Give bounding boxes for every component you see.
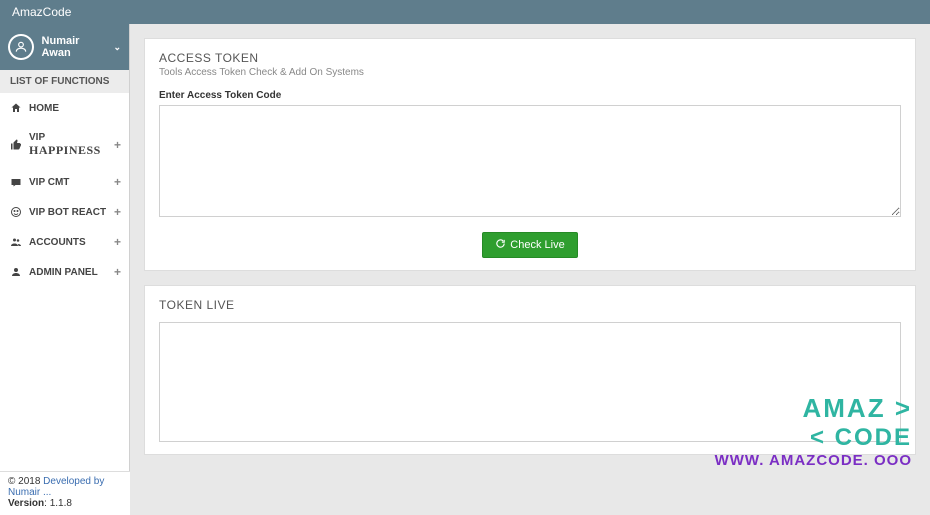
version-label: Version bbox=[8, 498, 44, 509]
sidebar-item-admin-panel[interactable]: ADMIN PANEL + bbox=[0, 257, 129, 287]
copyright-prefix: © 2018 bbox=[8, 476, 43, 487]
admin-icon bbox=[10, 266, 22, 278]
sidebar: Numair Awan ⌄ LIST OF FUNCTIONS HOME VIP… bbox=[0, 24, 130, 483]
field-label: Enter Access Token Code bbox=[159, 90, 901, 101]
sidebar-item-home[interactable]: HOME bbox=[0, 93, 129, 123]
comment-icon bbox=[10, 176, 22, 188]
sidebar-item-label: ACCOUNTS bbox=[29, 237, 86, 248]
sidebar-item-label: HOME bbox=[29, 103, 59, 114]
button-label: Check Live bbox=[510, 239, 564, 251]
expand-icon: + bbox=[114, 265, 121, 279]
access-token-input[interactable] bbox=[159, 105, 901, 217]
avatar bbox=[8, 34, 34, 60]
expand-icon: + bbox=[114, 205, 121, 219]
expand-icon: + bbox=[114, 138, 121, 152]
sidebar-item-vip-cmt[interactable]: VIP CMT + bbox=[0, 167, 129, 197]
sidebar-header: LIST OF FUNCTIONS bbox=[0, 70, 129, 93]
check-live-button[interactable]: Check Live bbox=[482, 232, 577, 258]
sidebar-item-accounts[interactable]: ACCOUNTS + bbox=[0, 227, 129, 257]
sidebar-item-label: VIP BOT REACT bbox=[29, 207, 106, 218]
expand-icon: + bbox=[114, 175, 121, 189]
access-token-card: ACCESS TOKEN Tools Access Token Check & … bbox=[144, 38, 916, 271]
token-live-card: TOKEN LIVE bbox=[144, 285, 916, 455]
footer: © 2018 Developed by Numair ... Version: … bbox=[0, 471, 130, 515]
card-title: ACCESS TOKEN bbox=[159, 51, 901, 65]
sidebar-item-label: VIP CMT bbox=[29, 177, 69, 188]
top-bar: AmazCode bbox=[0, 0, 930, 24]
chevron-down-icon: ⌄ bbox=[113, 42, 121, 53]
expand-icon: + bbox=[114, 235, 121, 249]
sidebar-item-label-vip: VIP bbox=[29, 132, 45, 143]
version-value: : 1.1.8 bbox=[44, 498, 72, 509]
card-subtitle: Tools Access Token Check & Add On System… bbox=[159, 67, 901, 78]
sidebar-item-label-happiness: HAPPINESS bbox=[29, 143, 101, 157]
brand-title: AmazCode bbox=[12, 5, 71, 19]
sidebar-item-vip-happiness[interactable]: VIP HAPPINESS + bbox=[0, 123, 129, 167]
token-live-output bbox=[159, 322, 901, 442]
thumbs-up-icon bbox=[10, 139, 22, 151]
user-name: Numair Awan bbox=[42, 35, 110, 59]
sidebar-item-vip-bot-react[interactable]: VIP BOT REACT + bbox=[0, 197, 129, 227]
card-title: TOKEN LIVE bbox=[159, 298, 901, 312]
refresh-icon bbox=[495, 238, 506, 252]
users-icon bbox=[10, 236, 22, 248]
sidebar-item-label: ADMIN PANEL bbox=[29, 267, 98, 278]
smile-icon bbox=[10, 206, 22, 218]
home-icon bbox=[10, 102, 22, 114]
main-content: ACCESS TOKEN Tools Access Token Check & … bbox=[130, 24, 930, 483]
user-box[interactable]: Numair Awan ⌄ bbox=[0, 24, 129, 70]
